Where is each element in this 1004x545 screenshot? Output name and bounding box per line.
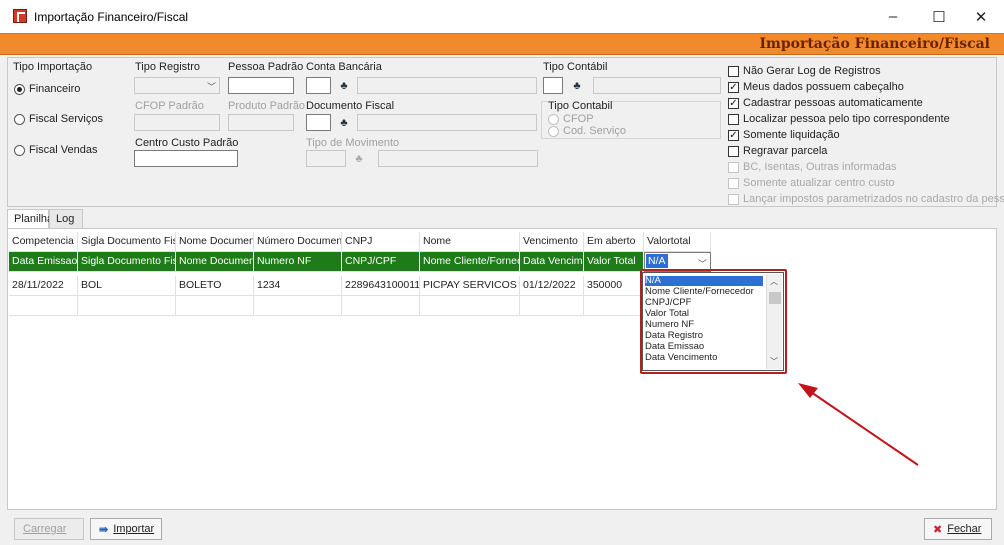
fechar-button[interactable]: ✖ Fechar xyxy=(924,518,992,540)
close-window-icon: ✖ xyxy=(933,523,943,536)
importar-button[interactable]: ⇛ Importar xyxy=(90,518,162,540)
import-arrow-icon: ⇛ xyxy=(99,523,109,536)
annotation-arrow-icon xyxy=(798,383,919,466)
bottom-toolbar: Carregar ⇛ Importar ✖ Fechar xyxy=(0,512,1004,545)
carregar-button: Carregar xyxy=(14,518,84,540)
